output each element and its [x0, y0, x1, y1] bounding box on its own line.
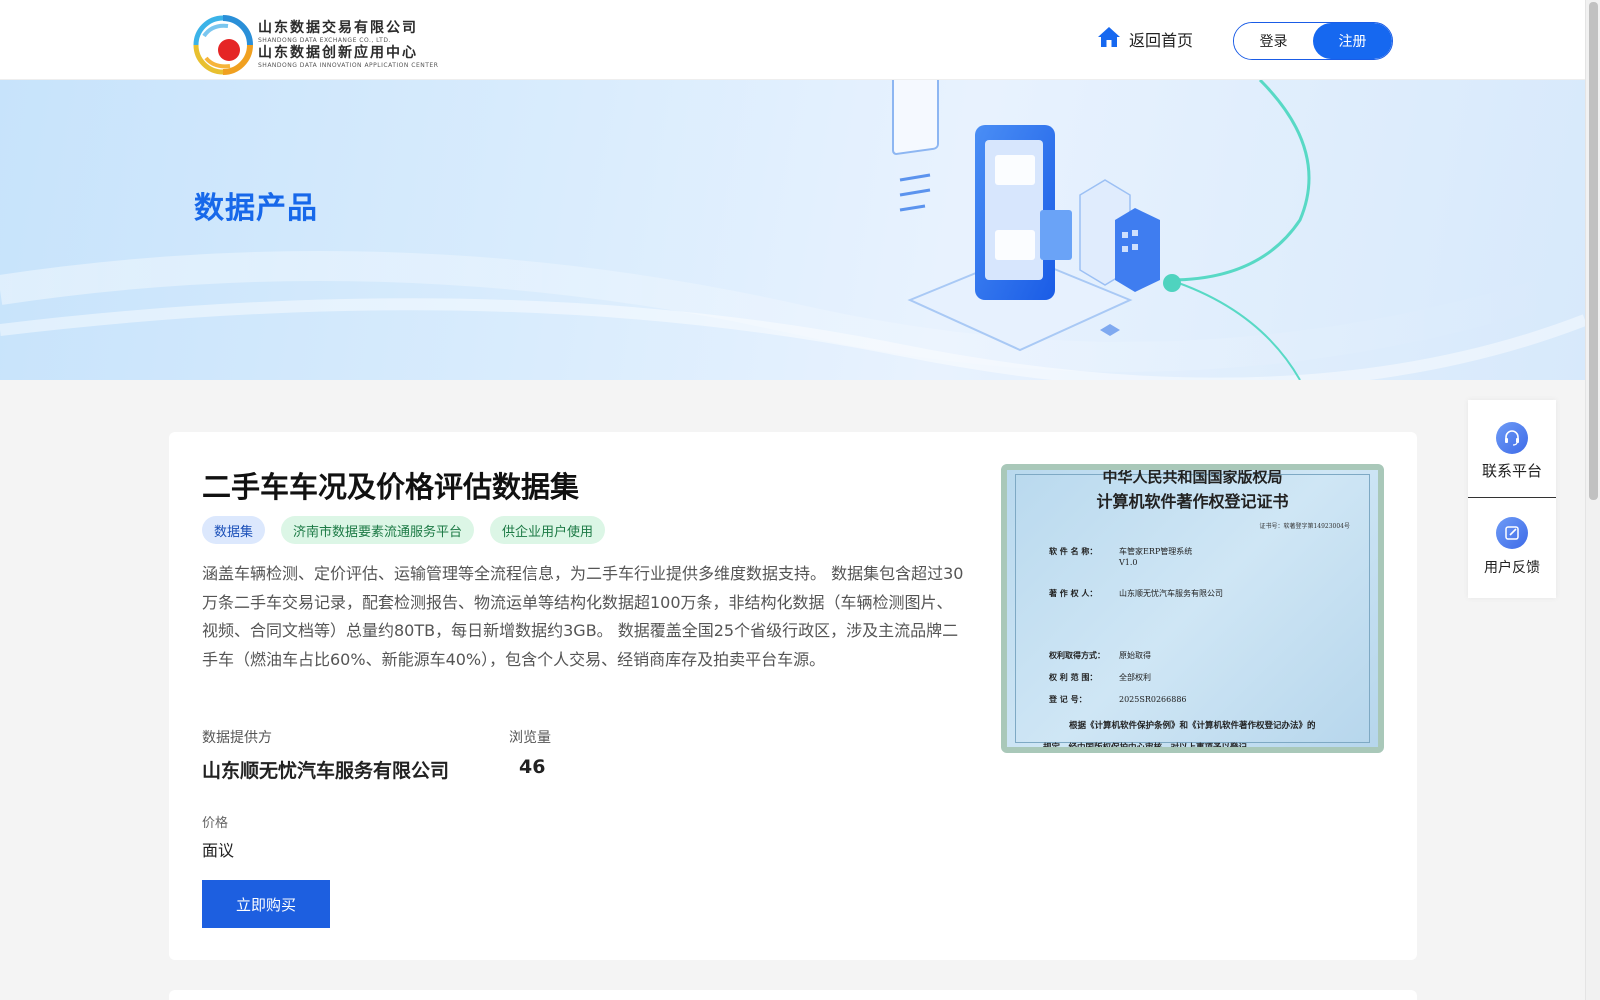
views-value: 46: [519, 756, 546, 778]
certificate-row-software: 软 件 名 称： 车管家ERP管理系统: [1049, 546, 1193, 556]
logo-line1-en: SHANDONG DATA EXCHANGE CO., LTD.: [258, 37, 391, 44]
price-value: 面议: [202, 841, 235, 860]
edit-icon: [1496, 517, 1528, 549]
top-header: 山东数据交易有限公司 SHANDONG DATA EXCHANGE CO., L…: [0, 0, 1585, 80]
certificate-row-owner: 著 作 权 人： 山东顺无忧汽车服务有限公司: [1049, 588, 1223, 598]
certificate-footer-line1: 根据《计算机软件保护条例》和《计算机软件著作权登记办法》的: [1069, 721, 1316, 731]
views-label: 浏览量: [509, 730, 551, 746]
certificate-image[interactable]: 中华人民共和国国家版权局 计算机软件著作权登记证书 证书号：软著登字第14923…: [1001, 464, 1384, 753]
product-card: 二手车车况及价格评估数据集 数据集 济南市数据要素流通服务平台 供企业用户使用 …: [169, 432, 1417, 960]
certificate-row-regno: 登 记 号： 2025SR0266886: [1049, 694, 1187, 704]
logo-line2-en: SHANDONG DATA INNOVATION APPLICATION CEN…: [258, 62, 439, 69]
logo-line1-cn: 山东数据交易有限公司: [258, 20, 418, 36]
tag-audience: 供企业用户使用: [490, 516, 606, 544]
side-divider: [1468, 497, 1556, 498]
provider-value: 山东顺无忧汽车服务有限公司: [202, 760, 450, 782]
price-label: 价格: [202, 816, 229, 831]
logo-swirl-icon: [192, 14, 254, 76]
headset-icon: [1496, 422, 1528, 454]
login-button[interactable]: 登录: [1234, 23, 1313, 59]
buy-now-button[interactable]: 立即购买: [202, 880, 330, 928]
provider-label: 数据提供方: [202, 730, 272, 746]
product-tags: 数据集 济南市数据要素流通服务平台 供企业用户使用: [202, 516, 606, 544]
page-banner: 数据产品: [0, 80, 1585, 380]
register-button[interactable]: 注册: [1313, 23, 1392, 59]
side-float-widget: 联系平台 用户反馈: [1468, 400, 1556, 598]
banner-illustration: [0, 80, 1585, 380]
company-logo[interactable]: 山东数据交易有限公司 SHANDONG DATA EXCHANGE CO., L…: [192, 14, 438, 76]
scrollbar-thumb[interactable]: [1589, 2, 1598, 500]
page-scrollbar[interactable]: [1585, 0, 1600, 1000]
contact-platform-label: 联系平台: [1481, 462, 1542, 480]
product-description: 涵盖车辆检测、定价评估、运输管理等全流程信息，为二手车行业提供多维度数据支持。 …: [202, 564, 964, 669]
user-feedback-label: 用户反馈: [1484, 560, 1540, 576]
back-home-label: 返回首页: [1129, 31, 1194, 50]
certificate-title-top: 中华人民共和国国家版权局: [1102, 468, 1283, 486]
user-feedback-button[interactable]: 用户反馈: [1468, 517, 1556, 577]
certificate-number: 证书号：软著登字第14923004号: [1259, 523, 1350, 530]
home-icon: [1097, 26, 1121, 52]
auth-switch: 登录 注册: [1233, 22, 1393, 60]
logo-line2-cn: 山东数据创新应用中心: [258, 45, 418, 61]
certificate-title-main: 计算机软件著作权登记证书: [1096, 492, 1289, 511]
certificate-footer-line2: 规定，经中国版权保护中心审核，对以上事项予以登记。: [1043, 743, 1256, 753]
certificate-row-version: V1.0: [1119, 558, 1138, 567]
tag-platform: 济南市数据要素流通服务平台: [281, 516, 475, 544]
product-title: 二手车车况及价格评估数据集: [202, 470, 580, 504]
banner-title: 数据产品: [194, 191, 318, 226]
contact-platform-button[interactable]: 联系平台: [1468, 422, 1556, 481]
certificate-row-acquisition: 权利取得方式： 原始取得: [1049, 650, 1151, 660]
tag-category: 数据集: [202, 516, 266, 544]
back-home-link[interactable]: 返回首页: [1097, 26, 1193, 52]
certificate-row-scope: 权 利 范 围： 全部权利: [1049, 672, 1151, 682]
next-card-edge: [169, 990, 1417, 1000]
